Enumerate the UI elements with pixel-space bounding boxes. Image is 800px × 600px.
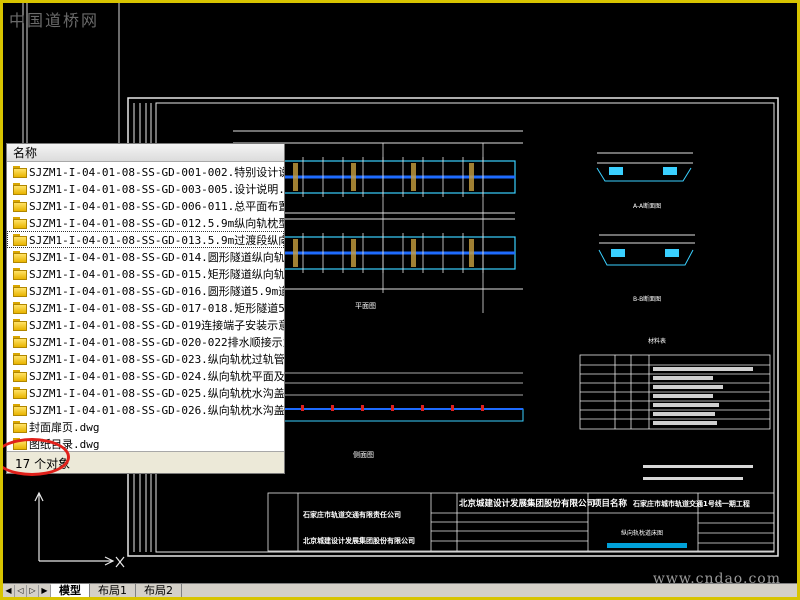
file-name: SJZM1-I-04-01-08-SS-GD-016.圆形隧道5.9m道床 <box>29 284 284 298</box>
label-plan: 平面图 <box>355 302 376 310</box>
last-tab-icon[interactable]: ▶ <box>39 584 51 597</box>
file-row[interactable]: SJZM1-I-04-01-08-SS-GD-012.5.9m纵向轨枕型式 <box>7 214 284 231</box>
dwg-file-icon <box>13 352 27 365</box>
file-row[interactable]: SJZM1-I-04-01-08-SS-GD-017-018.矩形隧道5.9m <box>7 299 284 316</box>
watermark-bottom: www.cndao.com <box>652 571 781 583</box>
titleblock-designer: 北京城建设计发展集团股份有限公司 <box>303 536 415 545</box>
label-elevation: 侧面图 <box>353 450 374 459</box>
dwg-file-icon <box>13 318 27 331</box>
file-name: SJZM1-I-04-01-08-SS-GD-019连接端子安装示意 <box>29 318 284 332</box>
dwg-file-icon <box>13 250 27 263</box>
file-name: SJZM1-I-04-01-08-SS-GD-015.矩形隧道纵向轨枕 <box>29 267 284 281</box>
dwg-file-icon <box>13 284 27 297</box>
file-row[interactable]: SJZM1-I-04-01-08-SS-GD-003-005.设计说明.dwg <box>7 180 284 197</box>
file-row[interactable]: SJZM1-I-04-01-08-SS-GD-015.矩形隧道纵向轨枕 <box>7 265 284 282</box>
titleblock-project: 石家庄市城市轨道交通1号线一期工程 <box>632 499 750 508</box>
file-row[interactable]: SJZM1-I-04-01-08-SS-GD-001-002.特别设计说明 <box>7 163 284 180</box>
next-tab-icon[interactable]: ▷ <box>27 584 39 597</box>
titleblock-client: 石家庄市轨道交通有限责任公司 <box>302 510 401 519</box>
dwg-file-icon <box>13 369 27 382</box>
dwg-file-icon <box>13 199 27 212</box>
file-name: SJZM1-I-04-01-08-SS-GD-003-005.设计说明.dwg <box>29 182 284 196</box>
tab-layout2[interactable]: 布局2 <box>136 583 182 598</box>
file-name: SJZM1-I-04-01-08-SS-GD-025.纵向轨枕水沟盖板 <box>29 386 284 400</box>
watermark-top: 中国道桥网 <box>9 11 100 30</box>
file-name: SJZM1-I-04-01-08-SS-GD-020-022排水顺接示意 <box>29 335 284 349</box>
label-material: 材料表 <box>648 337 666 345</box>
label-section-aa: A-A断面图 <box>633 202 661 210</box>
file-row[interactable]: SJZM1-I-04-01-08-SS-GD-025.纵向轨枕水沟盖板 <box>7 384 284 401</box>
label-section-bb: B-B断面图 <box>633 295 661 303</box>
file-row[interactable]: SJZM1-I-04-01-08-SS-GD-020-022排水顺接示意 <box>7 333 284 350</box>
file-name: SJZM1-I-04-01-08-SS-GD-026.纵向轨枕水沟盖板 <box>29 403 284 417</box>
file-row[interactable]: SJZM1-I-04-01-08-SS-GD-013.5.9m过渡段纵向轨 <box>7 231 284 248</box>
file-row[interactable]: SJZM1-I-04-01-08-SS-GD-026.纵向轨枕水沟盖板 <box>7 401 284 418</box>
file-name: SJZM1-I-04-01-08-SS-GD-006-011.总平面布置图 <box>29 199 284 213</box>
file-row[interactable]: SJZM1-I-04-01-08-SS-GD-019连接端子安装示意 <box>7 316 284 333</box>
dwg-file-icon <box>13 216 27 229</box>
dwg-file-icon <box>13 403 27 416</box>
dwg-file-icon <box>13 182 27 195</box>
file-row[interactable]: 封面扉页.dwg <box>7 418 284 435</box>
file-name: 封面扉页.dwg <box>29 420 100 434</box>
file-name: SJZM1-I-04-01-08-SS-GD-014.圆形隧道纵向轨枕 <box>29 250 284 264</box>
file-row[interactable]: SJZM1-I-04-01-08-SS-GD-016.圆形隧道5.9m道床 <box>7 282 284 299</box>
file-name: SJZM1-I-04-01-08-SS-GD-023.纵向轨枕过轨管线 <box>29 352 284 366</box>
tab-layout1[interactable]: 布局1 <box>90 583 136 598</box>
column-header-name[interactable]: 名称 <box>7 144 284 162</box>
file-explorer-panel: 名称 SJZM1-I-04-01-08-SS-GD-001-002.特别设计说明… <box>6 143 285 474</box>
dwg-file-icon <box>13 165 27 178</box>
prev-tab-icon[interactable]: ◁ <box>15 584 27 597</box>
titleblock-company: 北京城建设计发展集团股份有限公司 <box>459 498 595 509</box>
layout-tab-bar: ◀ ◁ ▷ ▶ 模型 布局1 布局2 <box>3 583 797 598</box>
first-tab-icon[interactable]: ◀ <box>3 584 15 597</box>
file-list: SJZM1-I-04-01-08-SS-GD-001-002.特别设计说明 SJ… <box>7 162 284 452</box>
file-name: SJZM1-I-04-01-08-SS-GD-012.5.9m纵向轨枕型式 <box>29 216 284 230</box>
dwg-file-icon <box>13 386 27 399</box>
file-row[interactable]: SJZM1-I-04-01-08-SS-GD-014.圆形隧道纵向轨枕 <box>7 248 284 265</box>
dwg-file-icon <box>13 267 27 280</box>
file-row[interactable]: SJZM1-I-04-01-08-SS-GD-023.纵向轨枕过轨管线 <box>7 350 284 367</box>
file-name: SJZM1-I-04-01-08-SS-GD-001-002.特别设计说明 <box>29 165 284 179</box>
file-row[interactable]: SJZM1-I-04-01-08-SS-GD-006-011.总平面布置图 <box>7 197 284 214</box>
file-row[interactable]: SJZM1-I-04-01-08-SS-GD-024.纵向轨枕平面及竖 <box>7 367 284 384</box>
dwg-file-icon <box>13 335 27 348</box>
dwg-file-icon <box>13 420 27 433</box>
tab-model[interactable]: 模型 <box>51 583 90 598</box>
file-name: SJZM1-I-04-01-08-SS-GD-017-018.矩形隧道5.9m <box>29 301 284 315</box>
titleblock-project-label: 项目名称 <box>593 498 628 509</box>
file-name: SJZM1-I-04-01-08-SS-GD-013.5.9m过渡段纵向轨 <box>29 233 284 247</box>
titleblock-drawing-title: 纵向轨枕道床图 <box>621 529 663 537</box>
dwg-file-icon <box>13 233 27 246</box>
file-name: SJZM1-I-04-01-08-SS-GD-024.纵向轨枕平面及竖 <box>29 369 284 383</box>
dwg-file-icon <box>13 301 27 314</box>
